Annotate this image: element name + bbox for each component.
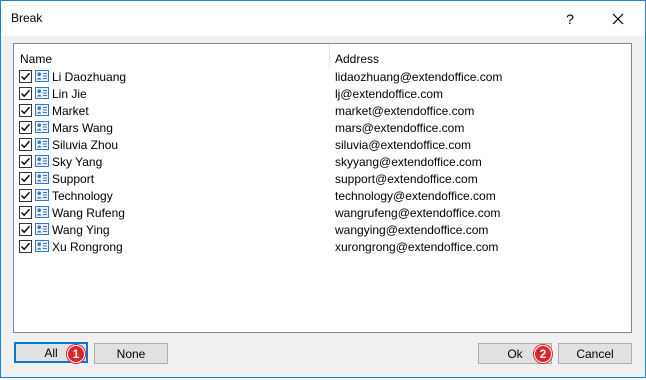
row-address: xurongrong@extendoffice.com — [335, 240, 499, 254]
step-badge-1: 1 — [67, 345, 85, 363]
contact-card-icon — [35, 172, 49, 184]
contact-card-icon — [35, 240, 49, 252]
cancel-button[interactable]: Cancel — [558, 343, 632, 364]
contact-card-icon — [35, 87, 49, 99]
list-item[interactable]: Xu Rongrong xurongrong@extendoffice.com — [14, 239, 631, 256]
row-address: lj@extendoffice.com — [335, 87, 444, 101]
row-name: Market — [52, 104, 89, 118]
help-button[interactable]: ? — [552, 1, 588, 36]
row-address: wangrufeng@extendoffice.com — [335, 206, 501, 220]
row-name: Lin Jie — [52, 87, 87, 101]
list-item[interactable]: Mars Wang mars@extendoffice.com — [14, 120, 631, 137]
row-name: Technology — [52, 189, 113, 203]
list-item[interactable]: Siluvia Zhou siluvia@extendoffice.com — [14, 137, 631, 154]
column-divider[interactable] — [329, 44, 330, 68]
column-header-name[interactable]: Name — [20, 52, 52, 66]
row-name: Wang Rufeng — [52, 206, 125, 220]
title-bar: Break ? — [1, 1, 645, 36]
list-item[interactable]: Technology technology@extendoffice.com — [14, 188, 631, 205]
row-checkbox[interactable] — [19, 121, 32, 134]
break-dialog: Break ? Name Address Li Daozhuang lidaozh… — [0, 0, 646, 378]
list-header: Name Address — [14, 44, 631, 68]
list-item[interactable]: Lin Jie lj@extendoffice.com — [14, 86, 631, 103]
all-button-label: All — [44, 345, 58, 360]
contacts-list[interactable]: Name Address Li Daozhuang lidaozhuang@ext… — [13, 43, 632, 333]
row-name: Xu Rongrong — [52, 240, 123, 254]
row-checkbox[interactable] — [19, 104, 32, 117]
row-address: wangying@extendoffice.com — [335, 223, 489, 237]
row-address: support@extendoffice.com — [335, 172, 478, 186]
contact-card-icon — [35, 121, 49, 133]
help-icon: ? — [566, 10, 574, 27]
column-header-address[interactable]: Address — [335, 52, 379, 66]
row-address: skyyang@extendoffice.com — [335, 155, 482, 169]
list-item[interactable]: Li Daozhuang lidaozhuang@extendoffice.com — [14, 69, 631, 86]
row-name: Wang Ying — [52, 223, 110, 237]
row-name: Mars Wang — [52, 121, 113, 135]
contact-card-icon — [35, 104, 49, 116]
row-address: market@extendoffice.com — [335, 104, 475, 118]
contact-card-icon — [35, 70, 49, 82]
contact-card-icon — [35, 189, 49, 201]
none-button-label: None — [116, 346, 146, 361]
row-name: Siluvia Zhou — [52, 138, 119, 152]
list-item[interactable]: Market market@extendoffice.com — [14, 103, 631, 120]
contact-card-icon — [35, 155, 49, 167]
list-item[interactable]: Wang Ying wangying@extendoffice.com — [14, 222, 631, 239]
contact-card-icon — [35, 138, 49, 150]
cancel-button-label: Cancel — [576, 346, 614, 361]
row-address: siluvia@extendoffice.com — [335, 138, 472, 152]
row-address: mars@extendoffice.com — [335, 121, 465, 135]
contact-card-icon — [35, 206, 49, 218]
step-badge-2: 2 — [534, 345, 552, 363]
none-button[interactable]: None — [94, 343, 168, 364]
row-checkbox[interactable] — [19, 138, 32, 151]
row-address: lidaozhuang@extendoffice.com — [335, 70, 503, 84]
row-checkbox[interactable] — [19, 87, 32, 100]
row-checkbox[interactable] — [19, 223, 32, 236]
row-address: technology@extendoffice.com — [335, 189, 496, 203]
row-checkbox[interactable] — [19, 240, 32, 253]
list-item[interactable]: Support support@extendoffice.com — [14, 171, 631, 188]
list-item[interactable]: Sky Yang skyyang@extendoffice.com — [14, 154, 631, 171]
row-checkbox[interactable] — [19, 172, 32, 185]
ok-button-label: Ok — [507, 346, 523, 361]
list-item[interactable]: Wang Rufeng wangrufeng@extendoffice.com — [14, 205, 631, 222]
step-badge-1-label: 1 — [72, 347, 80, 361]
row-checkbox[interactable] — [19, 189, 32, 202]
window-title: Break — [11, 11, 43, 25]
row-name: Li Daozhuang — [52, 70, 127, 84]
contact-card-icon — [35, 223, 49, 235]
row-checkbox[interactable] — [19, 70, 32, 83]
row-checkbox[interactable] — [19, 206, 32, 219]
row-name: Sky Yang — [52, 155, 103, 169]
row-checkbox[interactable] — [19, 155, 32, 168]
step-badge-2-label: 2 — [539, 347, 547, 361]
row-name: Support — [52, 172, 95, 186]
close-icon — [612, 13, 624, 24]
close-button[interactable] — [598, 1, 638, 36]
